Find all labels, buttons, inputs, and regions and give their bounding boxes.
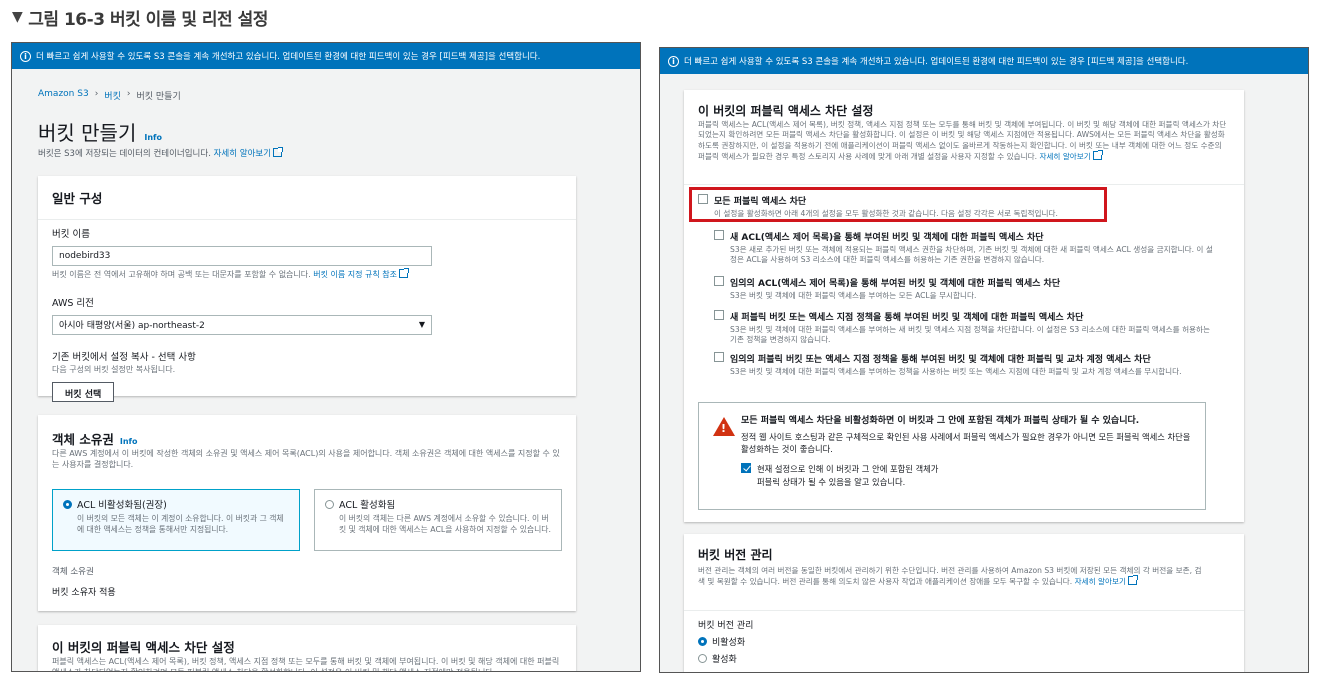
info-circle-icon: i	[668, 55, 679, 67]
page-desc-text: 버킷은 S3에 저장되는 데이터의 컨테이너입니다.	[38, 149, 211, 159]
bpa-desc-text: 퍼블릭 액세스는 ACL(액세스 제어 목록), 버킷 정책, 액세스 지점 정…	[698, 120, 1227, 161]
ownership-header: 객체 소유권	[52, 432, 114, 447]
any-acl-title: 임의의 ACL(액세스 제어 목록)을 통해 부여된 버킷 및 객체에 대한 퍼…	[730, 279, 1061, 289]
warning-desc: 정적 웹 사이트 호스팅과 같은 구체적으로 확인된 사용 사례에서 퍼블릭 액…	[741, 431, 1191, 455]
any-acl-checkbox[interactable]	[714, 276, 724, 286]
breadcrumb-s3[interactable]: Amazon S3	[38, 89, 89, 102]
radio-selected[interactable]	[63, 500, 72, 509]
bucket-name-hint-text: 버킷 이름은 전 역에서 고유해야 하며 공백 또는 대문자를 포함할 수 없습…	[52, 270, 311, 279]
breadcrumb: Amazon S3 › 버킷 › 버킷 만들기	[38, 89, 181, 102]
radio-unselected[interactable]	[698, 654, 707, 663]
new-acl-desc: S3은 새로 추가된 버킷 또는 객체에 적용되는 퍼블릭 액세스 권한을 차단…	[730, 245, 1213, 265]
bpa-learn-more-link[interactable]: 자세히 알아보기	[1039, 152, 1090, 161]
object-ownership-card: 객체 소유권 Info 다른 AWS 계정에서 이 버킷에 작성한 객체의 소유…	[38, 415, 576, 611]
bucket-name-input[interactable]: nodebird33	[52, 246, 432, 266]
versioning-enable-option[interactable]: 활성화	[698, 652, 737, 665]
naming-rules-link[interactable]: 버킷 이름 지정 규칙 참조	[313, 270, 397, 279]
feedback-banner: i 더 빠르고 쉽게 사용할 수 있도록 S3 콘솔을 계속 개선하고 있습니다…	[12, 43, 640, 69]
versioning-desc: 버전 관리는 객체의 여러 버전을 동일한 버킷에서 관리하기 위한 수단입니다…	[698, 566, 1208, 588]
copy-settings-label: 기존 버킷에서 설정 복사 - 선택 사항	[52, 351, 196, 363]
bucket-name-hint: 버킷 이름은 전 역에서 고유해야 하며 공백 또는 대문자를 포함할 수 없습…	[52, 268, 562, 281]
bucket-name-label: 버킷 이름	[52, 229, 90, 240]
bpa-card: 이 버킷의 퍼블릭 액세스 차단 설정 퍼블릭 액세스는 ACL(액세스 제어 …	[684, 90, 1244, 522]
chevron-right-icon: ›	[94, 89, 99, 99]
info-link[interactable]: Info	[144, 133, 162, 142]
bpa-option-any-acl[interactable]: 임의의 ACL(액세스 제어 목록)을 통해 부여된 버킷 및 객체에 대한 퍼…	[714, 276, 1214, 301]
acknowledge-text: 현재 설정으로 인해 이 버킷과 그 안에 포함된 객체가 퍼블릭 상태가 될 …	[757, 464, 939, 487]
versioning-header: 버킷 버전 관리	[698, 548, 773, 562]
acl-disabled-title: ACL 비활성화됨(권장)	[77, 500, 167, 511]
public-warning-box: ! 모든 퍼블릭 액세스 차단을 비활성화하면 이 버킷과 그 안에 포함된 객…	[698, 402, 1206, 510]
acl-disabled-desc: 이 버킷의 모든 객체는 이 계정이 소유합니다. 이 버킷과 그 객체에 대한…	[77, 514, 284, 534]
figure-caption-text: 그림 16-3 버킷 이름 및 리전 설정	[28, 9, 268, 30]
page-title: 버킷 만들기 Info	[38, 117, 162, 146]
warning-title: 모든 퍼블릭 액세스 차단을 비활성화하면 이 버킷과 그 안에 포함된 객체가…	[741, 416, 1140, 426]
page-description: 버킷은 S3에 저장되는 데이터의 컨테이너입니다. 자세히 알아보기	[38, 147, 284, 159]
ownership-desc: 다른 AWS 계정에서 이 버킷에 작성한 객체의 소유권 및 액세스 제어 목…	[52, 449, 560, 469]
right-screenshot-panel: i 더 빠르고 쉽게 사용할 수 있도록 S3 콘솔을 계속 개선하고 있습니다…	[659, 47, 1309, 673]
versioning-learn-more-link[interactable]: 자세히 알아보기	[1075, 577, 1126, 586]
bpa-header: 이 버킷의 퍼블릭 액세스 차단 설정	[698, 104, 874, 118]
ownership-info-link[interactable]: Info	[120, 437, 138, 446]
figure-caption: ▼ 그림 16-3 버킷 이름 및 리전 설정	[12, 4, 268, 30]
banner-text: 더 빠르고 쉽게 사용할 수 있도록 S3 콘솔을 계속 개선하고 있습니다. …	[684, 57, 1189, 67]
external-link-icon	[273, 147, 284, 157]
versioning-on-label: 활성화	[712, 655, 737, 665]
banner-text: 더 빠르고 쉽게 사용할 수 있도록 S3 콘솔을 계속 개선하고 있습니다. …	[36, 52, 541, 62]
external-link-icon	[1127, 575, 1138, 586]
any-policy-desc: S3은 버킷 및 객체에 대한 퍼블릭 액세스를 부여하는 정책을 사용하는 버…	[730, 367, 1182, 376]
any-policy-title: 임의의 퍼블릭 버킷 또는 액세스 지점 정책을 통해 부여된 버킷 및 객체에…	[730, 355, 1151, 365]
page-title-text: 버킷 만들기	[38, 121, 137, 145]
external-link-icon	[399, 268, 410, 278]
any-acl-desc: S3은 버킷 및 객체에 대한 퍼블릭 액세스를 부여하는 모든 ACL을 무시…	[730, 291, 977, 300]
versioning-off-label: 비활성화	[712, 638, 746, 648]
info-circle-icon: i	[20, 50, 31, 62]
owner-value: 버킷 소유자 적용	[52, 588, 116, 598]
owner-label: 객체 소유권	[52, 567, 94, 577]
breadcrumb-current: 버킷 만들기	[136, 92, 181, 102]
dropdown-caret-icon: ▼	[418, 320, 425, 330]
bpa-option-any-policy[interactable]: 임의의 퍼블릭 버킷 또는 액세스 지점 정책을 통해 부여된 버킷 및 객체에…	[714, 352, 1214, 377]
region-label: AWS 리전	[52, 297, 94, 309]
chevron-right-icon: ›	[126, 89, 131, 99]
new-acl-title: 새 ACL(액세스 제어 목록)을 통해 부여된 버킷 및 객체에 대한 퍼블릭…	[730, 233, 1044, 243]
new-policy-checkbox[interactable]	[714, 310, 724, 320]
versioning-card: 버킷 버전 관리 버전 관리는 객체의 여러 버전을 동일한 버킷에서 관리하기…	[684, 534, 1244, 672]
acl-enabled-title: ACL 활성화됨	[339, 500, 396, 511]
copy-settings-hint: 다음 구성의 버킷 설정만 복사됩니다.	[52, 364, 176, 374]
bpa-card-clipped: 이 버킷의 퍼블릭 액세스 차단 설정 퍼블릭 액세스는 ACL(액세스 제어 …	[38, 625, 576, 671]
general-config-header: 일반 구성	[38, 176, 576, 220]
bpa-header: 이 버킷의 퍼블릭 액세스 차단 설정	[52, 640, 235, 655]
acl-enabled-desc: 이 버킷의 객체는 다른 AWS 계정에서 소유할 수 있습니다. 이 버킷 및…	[339, 514, 551, 534]
general-config-card: 일반 구성 버킷 이름 nodebird33 버킷 이름은 전 역에서 고유해야…	[38, 176, 576, 402]
bpa-desc: 퍼블릭 액세스는 ACL(액세스 제어 목록), 버킷 정책, 액세스 지점 정…	[52, 657, 560, 671]
acl-enabled-tile[interactable]: ACL 활성화됨 이 버킷의 객체는 다른 AWS 계정에서 소유할 수 있습니…	[314, 489, 562, 551]
acl-disabled-tile[interactable]: ACL 비활성화됨(권장) 이 버킷의 모든 객체는 이 계정이 소유합니다. …	[52, 489, 300, 551]
bpa-option-new-policy[interactable]: 새 퍼블릭 버킷 또는 액세스 지점 정책을 통해 부여된 버킷 및 객체에 대…	[714, 310, 1214, 346]
radio-unselected[interactable]	[325, 500, 334, 509]
new-policy-desc: S3은 버킷 및 객체에 대한 퍼블릭 액세스를 부여하는 새 버킷 및 액세스…	[730, 325, 1211, 345]
acknowledge-checkbox[interactable]	[741, 463, 751, 474]
versioning-disable-option[interactable]: 비활성화	[698, 635, 745, 648]
warning-triangle-icon: !	[713, 417, 735, 436]
acknowledge-option[interactable]: 현재 설정으로 인해 이 버킷과 그 안에 포함된 객체가 퍼블릭 상태가 될 …	[741, 463, 1193, 488]
radio-selected[interactable]	[698, 637, 707, 646]
versioning-label: 버킷 버전 관리	[698, 621, 754, 631]
learn-more-link[interactable]: 자세히 알아보기	[214, 149, 271, 159]
left-screenshot-panel: i 더 빠르고 쉽게 사용할 수 있도록 S3 콘솔을 계속 개선하고 있습니다…	[11, 42, 641, 672]
choose-bucket-button[interactable]: 버킷 선택	[52, 381, 115, 402]
bpa-desc: 퍼블릭 액세스는 ACL(액세스 제어 목록), 버킷 정책, 액세스 지점 정…	[698, 120, 1228, 162]
caret-down-icon: ▼	[12, 9, 23, 25]
region-value: 아시아 태평양(서울) ap-northeast-2	[59, 321, 205, 332]
new-policy-title: 새 퍼블릭 버킷 또는 액세스 지점 정책을 통해 부여된 버킷 및 객체에 대…	[730, 313, 1084, 323]
bpa-option-new-acl[interactable]: 새 ACL(액세스 제어 목록)을 통해 부여된 버킷 및 객체에 대한 퍼블릭…	[714, 230, 1214, 266]
region-select[interactable]: 아시아 태평양(서울) ap-northeast-2 ▼	[52, 314, 432, 335]
breadcrumb-buckets[interactable]: 버킷	[104, 89, 121, 102]
any-policy-checkbox[interactable]	[714, 352, 724, 362]
external-link-icon	[1092, 149, 1103, 160]
feedback-banner: i 더 빠르고 쉽게 사용할 수 있도록 S3 콘솔을 계속 개선하고 있습니다…	[660, 48, 1308, 74]
new-acl-checkbox[interactable]	[714, 230, 724, 240]
highlight-box	[689, 187, 1107, 222]
